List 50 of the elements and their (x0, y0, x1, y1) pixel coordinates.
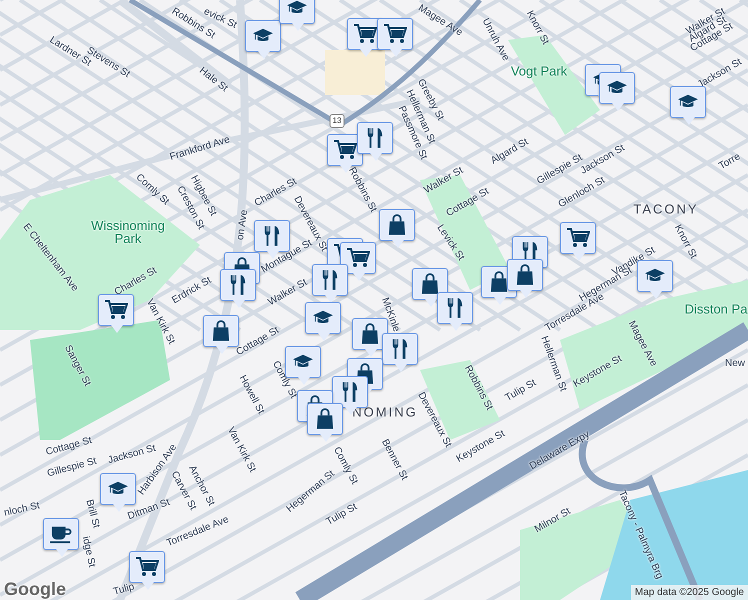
street-label: McKinle (379, 296, 401, 334)
street-label: Jackson St (107, 444, 157, 466)
route-shield: 13 (330, 114, 344, 128)
street-label: Unruh Ave (480, 17, 510, 63)
shopping-cart-icon (333, 139, 357, 161)
map-attribution: Map data ©2025 Google (630, 585, 748, 600)
shopping-bag-icon (490, 270, 508, 294)
park-label: Vogt Park (510, 64, 568, 78)
street-label: Gillespie St (46, 456, 98, 480)
street-label: Hale St (197, 66, 229, 94)
street-label: on Ave (236, 209, 250, 241)
street-label: Knorr St (524, 9, 550, 47)
street-label: Van Kirk St (225, 426, 257, 474)
google-logo: Google (4, 580, 66, 598)
shopping-cart-icon (104, 299, 128, 321)
street-label: Brill St (83, 498, 101, 530)
shopping-bag-icon (421, 272, 439, 296)
street-label: Knorr St (672, 223, 698, 261)
shopping-bag-icon (316, 407, 334, 431)
street-label: Torre (718, 152, 742, 172)
neighborhood-label: TACONY (633, 202, 699, 216)
fork-knife-icon (366, 126, 384, 150)
shopping-bag-icon (388, 213, 406, 237)
park-label: Disston Pa (684, 302, 748, 316)
fork-knife-icon (446, 296, 464, 320)
fork-knife-icon (321, 268, 339, 292)
park-label: Wissinoming Park (90, 219, 166, 245)
street-label: idge St (80, 536, 96, 568)
shopping-cart-icon (383, 23, 407, 45)
shopping-cart-icon (566, 227, 590, 249)
fork-knife-icon (229, 273, 247, 297)
street-label: Tulip St (324, 502, 360, 528)
neighborhood-label: NOMING (352, 406, 418, 418)
street-label: New (725, 359, 745, 369)
street-label: nloch St (3, 501, 41, 519)
shopping-cart-icon (353, 23, 377, 45)
shopping-bag-icon (516, 263, 534, 287)
fork-knife-icon (341, 380, 359, 404)
street-label: Tulip St (504, 378, 538, 404)
coffee-cup-icon (49, 524, 73, 544)
shopping-bag-icon (212, 319, 230, 343)
fork-knife-icon (391, 337, 409, 361)
shopping-cart-icon (135, 556, 159, 578)
street-label: Ditman St (126, 498, 172, 522)
shopping-cart-icon (346, 247, 370, 269)
street-label: Comly St (270, 360, 298, 400)
street-label: Cottage St (44, 436, 94, 458)
street-label: Tulip (112, 582, 136, 598)
fork-knife-icon (263, 224, 281, 248)
shopping-bag-icon (361, 322, 379, 346)
